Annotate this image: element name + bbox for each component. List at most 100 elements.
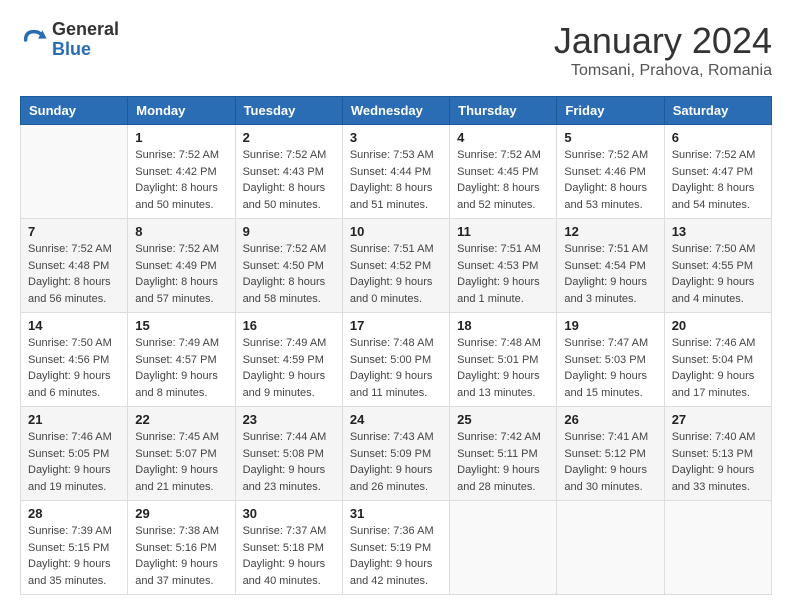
logo: General Blue	[20, 20, 119, 60]
day-number: 23	[243, 412, 335, 427]
column-header-sunday: Sunday	[21, 97, 128, 125]
cell-info: Sunrise: 7:51 AM Sunset: 4:52 PM Dayligh…	[350, 241, 442, 307]
column-header-thursday: Thursday	[450, 97, 557, 125]
calendar-cell: 7 Sunrise: 7:52 AM Sunset: 4:48 PM Daylig…	[21, 219, 128, 313]
day-number: 26	[564, 412, 656, 427]
logo-general: General	[52, 20, 119, 40]
calendar-week-row: 7 Sunrise: 7:52 AM Sunset: 4:48 PM Daylig…	[21, 219, 772, 313]
cell-info: Sunrise: 7:50 AM Sunset: 4:55 PM Dayligh…	[672, 241, 764, 307]
calendar-cell: 28Sunrise: 7:39 AM Sunset: 5:15 PM Dayli…	[21, 501, 128, 595]
calendar-cell: 18 Sunrise: 7:48 AM Sunset: 5:01 PM Dayli…	[450, 313, 557, 407]
day-number: 9	[243, 224, 335, 239]
cell-info: Sunrise: 7:52 AM Sunset: 4:42 PM Dayligh…	[135, 147, 227, 213]
calendar-cell	[664, 501, 771, 595]
title-block: January 2024 Tomsani, Prahova, Romania	[554, 20, 772, 80]
cell-info: Sunrise: 7:45 AM Sunset: 5:07 PM Dayligh…	[135, 429, 227, 495]
day-number: 10	[350, 224, 442, 239]
logo-blue: Blue	[52, 40, 119, 60]
calendar-cell: 14 Sunrise: 7:50 AM Sunset: 4:56 PM Dayli…	[21, 313, 128, 407]
day-number: 19	[564, 318, 656, 333]
cell-info: Sunrise: 7:41 AM Sunset: 5:12 PM Dayligh…	[564, 429, 656, 495]
day-number: 16	[243, 318, 335, 333]
day-number: 22	[135, 412, 227, 427]
cell-info: Sunrise: 7:48 AM Sunset: 5:00 PM Dayligh…	[350, 335, 442, 401]
cell-info: Sunrise: 7:38 AM Sunset: 5:16 PM Dayligh…	[135, 523, 227, 589]
day-number: 30	[243, 506, 335, 521]
calendar-cell: 21Sunrise: 7:46 AM Sunset: 5:05 PM Dayli…	[21, 407, 128, 501]
day-number: 31	[350, 506, 442, 521]
day-number: 13	[672, 224, 764, 239]
calendar-cell: 19 Sunrise: 7:47 AM Sunset: 5:03 PM Dayli…	[557, 313, 664, 407]
cell-info: Sunrise: 7:46 AM Sunset: 5:04 PM Dayligh…	[672, 335, 764, 401]
cell-info: Sunrise: 7:52 AM Sunset: 4:46 PM Dayligh…	[564, 147, 656, 213]
calendar-week-row: 14 Sunrise: 7:50 AM Sunset: 4:56 PM Dayli…	[21, 313, 772, 407]
day-number: 1	[135, 130, 227, 145]
day-number: 7	[28, 224, 120, 239]
calendar-cell: 1 Sunrise: 7:52 AM Sunset: 4:42 PM Daylig…	[128, 125, 235, 219]
calendar-cell: 30Sunrise: 7:37 AM Sunset: 5:18 PM Dayli…	[235, 501, 342, 595]
calendar-cell: 29 Sunrise: 7:38 AM Sunset: 5:16 PM Dayli…	[128, 501, 235, 595]
calendar-cell: 4Sunrise: 7:52 AM Sunset: 4:45 PM Daylig…	[450, 125, 557, 219]
calendar-cell	[450, 501, 557, 595]
day-number: 14	[28, 318, 120, 333]
cell-info: Sunrise: 7:53 AM Sunset: 4:44 PM Dayligh…	[350, 147, 442, 213]
day-number: 18	[457, 318, 549, 333]
calendar-cell: 25Sunrise: 7:42 AM Sunset: 5:11 PM Dayli…	[450, 407, 557, 501]
calendar-cell: 10 Sunrise: 7:51 AM Sunset: 4:52 PM Dayli…	[342, 219, 449, 313]
calendar-cell: 24 Sunrise: 7:43 AM Sunset: 5:09 PM Dayli…	[342, 407, 449, 501]
cell-info: Sunrise: 7:52 AM Sunset: 4:48 PM Dayligh…	[28, 241, 120, 307]
cell-info: Sunrise: 7:51 AM Sunset: 4:53 PM Dayligh…	[457, 241, 549, 307]
cell-info: Sunrise: 7:52 AM Sunset: 4:43 PM Dayligh…	[243, 147, 335, 213]
calendar-cell: 8Sunrise: 7:52 AM Sunset: 4:49 PM Daylig…	[128, 219, 235, 313]
calendar-week-row: 1 Sunrise: 7:52 AM Sunset: 4:42 PM Daylig…	[21, 125, 772, 219]
cell-info: Sunrise: 7:43 AM Sunset: 5:09 PM Dayligh…	[350, 429, 442, 495]
day-number: 20	[672, 318, 764, 333]
cell-info: Sunrise: 7:36 AM Sunset: 5:19 PM Dayligh…	[350, 523, 442, 589]
day-number: 3	[350, 130, 442, 145]
calendar-cell	[557, 501, 664, 595]
calendar-cell: 16 Sunrise: 7:49 AM Sunset: 4:59 PM Dayli…	[235, 313, 342, 407]
month-year: January 2024	[554, 20, 772, 62]
column-header-monday: Monday	[128, 97, 235, 125]
calendar-table: SundayMondayTuesdayWednesdayThursdayFrid…	[20, 96, 772, 595]
day-number: 27	[672, 412, 764, 427]
calendar-cell: 20 Sunrise: 7:46 AM Sunset: 5:04 PM Dayli…	[664, 313, 771, 407]
day-number: 6	[672, 130, 764, 145]
cell-info: Sunrise: 7:40 AM Sunset: 5:13 PM Dayligh…	[672, 429, 764, 495]
calendar-cell: 27 Sunrise: 7:40 AM Sunset: 5:13 PM Dayli…	[664, 407, 771, 501]
day-number: 15	[135, 318, 227, 333]
calendar-cell: 12 Sunrise: 7:51 AM Sunset: 4:54 PM Dayli…	[557, 219, 664, 313]
day-number: 17	[350, 318, 442, 333]
cell-info: Sunrise: 7:48 AM Sunset: 5:01 PM Dayligh…	[457, 335, 549, 401]
calendar-cell: 2 Sunrise: 7:52 AM Sunset: 4:43 PM Daylig…	[235, 125, 342, 219]
cell-info: Sunrise: 7:49 AM Sunset: 4:59 PM Dayligh…	[243, 335, 335, 401]
column-header-wednesday: Wednesday	[342, 97, 449, 125]
calendar-cell: 23Sunrise: 7:44 AM Sunset: 5:08 PM Dayli…	[235, 407, 342, 501]
calendar-cell: 31 Sunrise: 7:36 AM Sunset: 5:19 PM Dayli…	[342, 501, 449, 595]
day-number: 24	[350, 412, 442, 427]
cell-info: Sunrise: 7:50 AM Sunset: 4:56 PM Dayligh…	[28, 335, 120, 401]
cell-info: Sunrise: 7:52 AM Sunset: 4:45 PM Dayligh…	[457, 147, 549, 213]
logo-icon	[20, 26, 48, 54]
day-number: 2	[243, 130, 335, 145]
calendar-cell	[21, 125, 128, 219]
calendar-week-row: 28Sunrise: 7:39 AM Sunset: 5:15 PM Dayli…	[21, 501, 772, 595]
cell-info: Sunrise: 7:47 AM Sunset: 5:03 PM Dayligh…	[564, 335, 656, 401]
location: Tomsani, Prahova, Romania	[554, 62, 772, 80]
day-number: 12	[564, 224, 656, 239]
column-header-saturday: Saturday	[664, 97, 771, 125]
calendar-cell: 15Sunrise: 7:49 AM Sunset: 4:57 PM Dayli…	[128, 313, 235, 407]
calendar-cell: 13 Sunrise: 7:50 AM Sunset: 4:55 PM Dayli…	[664, 219, 771, 313]
calendar-cell: 11Sunrise: 7:51 AM Sunset: 4:53 PM Dayli…	[450, 219, 557, 313]
cell-info: Sunrise: 7:52 AM Sunset: 4:50 PM Dayligh…	[243, 241, 335, 307]
day-number: 5	[564, 130, 656, 145]
day-number: 28	[28, 506, 120, 521]
day-number: 25	[457, 412, 549, 427]
day-number: 29	[135, 506, 227, 521]
day-number: 8	[135, 224, 227, 239]
calendar-cell: 17 Sunrise: 7:48 AM Sunset: 5:00 PM Dayli…	[342, 313, 449, 407]
logo-text: General Blue	[52, 20, 119, 60]
cell-info: Sunrise: 7:51 AM Sunset: 4:54 PM Dayligh…	[564, 241, 656, 307]
day-number: 21	[28, 412, 120, 427]
calendar-header-row: SundayMondayTuesdayWednesdayThursdayFrid…	[21, 97, 772, 125]
